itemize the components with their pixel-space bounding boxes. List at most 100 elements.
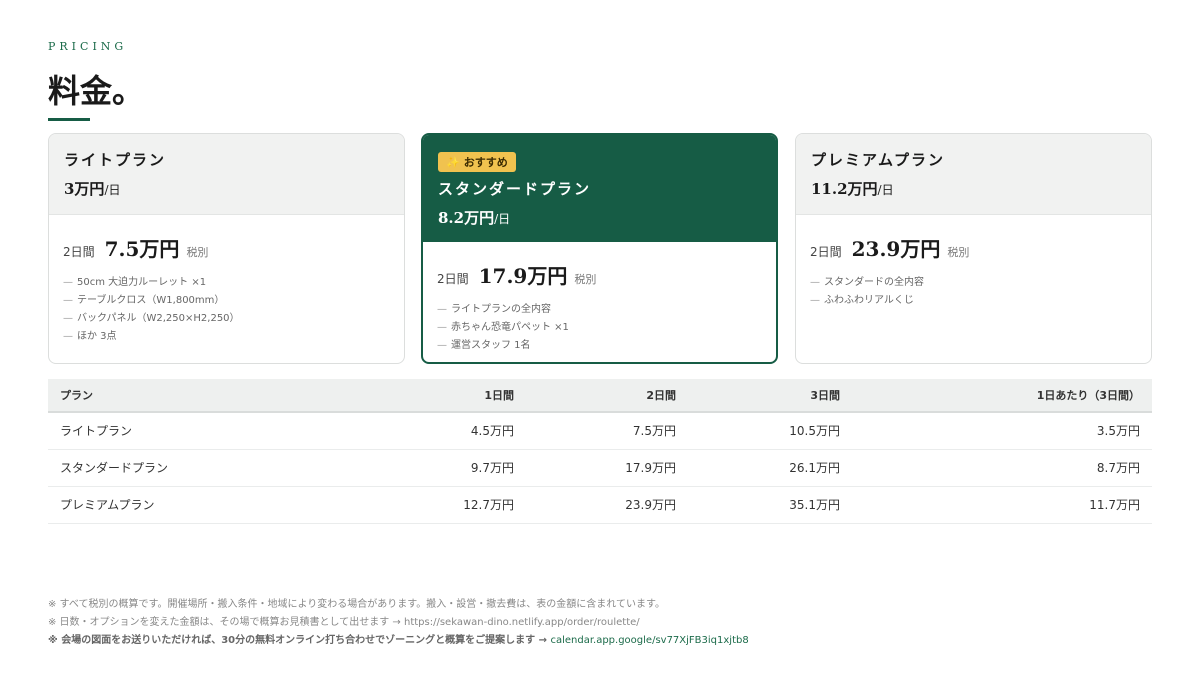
feature-item: — 赤ちゃん恐竜パペット ×1 [437, 319, 762, 337]
feature-text: 赤ちゃん恐竜パペット ×1 [451, 322, 569, 333]
plan-price-row: 2日間 7.5万円 税別 [63, 233, 390, 262]
tax-note: 税別 [947, 246, 970, 259]
column-header: プラン [48, 379, 364, 413]
day-price-value: 8.2万円 [438, 209, 495, 227]
dash-glyph: — [437, 340, 447, 351]
table-cell: 4.5万円 [364, 412, 526, 450]
dash-glyph: — [437, 304, 447, 315]
feature-text: 50cm 大迫力ルーレット ×1 [77, 277, 207, 288]
price-duration-label: 2日間 [437, 272, 469, 286]
feature-item: — スタンダードの全内容 [810, 274, 1137, 292]
table-header-row: プラン 1日間 2日間 3日間 1日あたり（3日間） [48, 379, 1152, 413]
table-row: プレミアムプラン 12.7万円 23.9万円 35.1万円 11.7万円 [48, 486, 1152, 524]
plan-day-price: 8.2万円/日 [438, 207, 761, 228]
feature-item: — ふわふわリアルくじ [810, 292, 1137, 310]
footnote-tax: ※ すべて税別の概算です。開催場所・搬入条件・地域により変わる場合があります。搬… [48, 599, 665, 610]
table-cell: 26.1万円 [688, 449, 852, 487]
table-cell: 9.7万円 [364, 449, 526, 487]
plan-name: スタンダードプラン [438, 180, 592, 198]
table-cell: プレミアムプラン [48, 486, 364, 524]
price-amount: 17.9万円 [478, 264, 568, 288]
plan-day-price: 11.2万円/日 [811, 178, 1136, 199]
plan-name: ライトプラン [64, 151, 167, 169]
footnote-text: ※ 日数・オプションを変えた金額は、その場で概算お見積書として出せます → [48, 617, 404, 628]
plan-day-price: 3万円/日 [64, 178, 389, 199]
plan-name: プレミアムプラン [811, 151, 946, 169]
tax-note: 税別 [574, 273, 597, 286]
feature-list: — スタンダードの全内容 — ふわふわリアルくじ [810, 274, 1137, 310]
plan-card-premium: プレミアムプラン 11.2万円/日 2日間 23.9万円 税別 — スタンダードの… [795, 133, 1152, 364]
plan-card-body: 2日間 23.9万円 税別 — スタンダードの全内容 — ふわふわリアルくじ [796, 215, 1151, 310]
footnote-text: ※ 会場の図面をお送りいただければ、30分の無料オンライン打ち合わせでゾーニング… [48, 635, 551, 646]
price-duration-label: 2日間 [63, 245, 95, 259]
footnote-estimate: ※ 日数・オプションを変えた金額は、その場で概算お見積書として出せます → ht… [48, 614, 749, 632]
table-cell: 23.9万円 [526, 486, 688, 524]
plan-card-body: 2日間 7.5万円 税別 — 50cm 大迫力ルーレット ×1 — テーブルクロス（… [49, 215, 404, 346]
plan-card-standard: ✨ おすすめ スタンダードプラン 8.2万円/日 2日間 17.9万円 税別 — ラ… [421, 133, 778, 364]
plan-price-row: 2日間 17.9万円 税別 [437, 260, 762, 289]
calendar-link[interactable]: calendar.app.google/sv77XjFB3iq1xjtb8 [550, 635, 748, 646]
day-price-unit: /日 [877, 183, 894, 197]
dash-glyph: — [63, 331, 73, 342]
column-header: 3日間 [688, 379, 852, 413]
sparkle-icon: ✨ [446, 156, 460, 169]
day-price-unit: /日 [494, 212, 511, 226]
table-cell: 10.5万円 [688, 412, 852, 450]
dash-glyph: — [63, 277, 73, 288]
table-cell: 35.1万円 [688, 486, 852, 524]
plan-card-light: ライトプラン 3万円/日 2日間 7.5万円 税別 — 50cm 大迫力ルーレット… [48, 133, 405, 364]
feature-text: テーブルクロス（W1,800mm） [77, 295, 225, 306]
feature-item: — ほか 3点 [63, 328, 390, 346]
feature-item: — 運営スタッフ 1名 [437, 337, 762, 355]
table-cell: ライトプラン [48, 412, 364, 450]
feature-list: — ライトプランの全内容 — 赤ちゃん恐竜パペット ×1 — 運営スタッフ 1名 [437, 301, 762, 355]
plan-card-header: ライトプラン 3万円/日 [49, 134, 404, 215]
price-amount: 7.5万円 [104, 237, 180, 261]
plan-card-header: プレミアムプラン 11.2万円/日 [796, 134, 1151, 215]
column-header: 2日間 [526, 379, 688, 413]
feature-text: バックパネル（W2,250×H2,250） [77, 313, 240, 324]
eyebrow-label: PRICING [48, 40, 128, 53]
feature-item: — バックパネル（W2,250×H2,250） [63, 310, 390, 328]
price-comparison-table: プラン 1日間 2日間 3日間 1日あたり（3日間） ライトプラン 4.5万円 … [48, 379, 1152, 524]
dash-glyph: — [63, 313, 73, 324]
table-cell: 11.7万円 [852, 486, 1152, 524]
feature-text: 運営スタッフ 1名 [451, 340, 531, 351]
table-row: ライトプラン 4.5万円 7.5万円 10.5万円 3.5万円 [48, 412, 1152, 450]
estimate-link[interactable]: https://sekawan-dino.netlify.app/order/r… [404, 617, 640, 628]
tax-note: 税別 [186, 246, 209, 259]
dash-glyph: — [63, 295, 73, 306]
dash-glyph: — [810, 295, 820, 306]
price-amount: 23.9万円 [851, 237, 941, 261]
badge-label: おすすめ [463, 156, 508, 169]
table-cell: 8.7万円 [852, 449, 1152, 487]
feature-text: ふわふわリアルくじ [824, 295, 914, 306]
price-duration-label: 2日間 [810, 245, 842, 259]
feature-list: — 50cm 大迫力ルーレット ×1 — テーブルクロス（W1,800mm） — バッ… [63, 274, 390, 346]
feature-item: — テーブルクロス（W1,800mm） [63, 292, 390, 310]
feature-text: ライトプランの全内容 [451, 304, 551, 315]
plan-price-row: 2日間 23.9万円 税別 [810, 233, 1137, 262]
day-price-value: 3万円 [64, 180, 105, 198]
plan-card-body: 2日間 17.9万円 税別 — ライトプランの全内容 — 赤ちゃん恐竜パペット ×1… [423, 242, 776, 355]
table-cell: 12.7万円 [364, 486, 526, 524]
feature-item: — ライトプランの全内容 [437, 301, 762, 319]
footnotes: ※ すべて税別の概算です。開催場所・搬入条件・地域により変わる場合があります。搬… [48, 596, 749, 650]
dash-glyph: — [810, 277, 820, 288]
column-header: 1日間 [364, 379, 526, 413]
feature-item: — 50cm 大迫力ルーレット ×1 [63, 274, 390, 292]
page-title: 料金。 [48, 72, 145, 110]
table-cell: スタンダードプラン [48, 449, 364, 487]
title-underline [48, 118, 90, 121]
footnote-meeting: ※ 会場の図面をお送りいただければ、30分の無料オンライン打ち合わせでゾーニング… [48, 632, 749, 650]
table-row: スタンダードプラン 9.7万円 17.9万円 26.1万円 8.7万円 [48, 449, 1152, 487]
day-price-unit: /日 [104, 183, 121, 197]
dash-glyph: — [437, 322, 447, 333]
day-price-value: 11.2万円 [811, 180, 878, 198]
plan-card-header: ✨ おすすめ スタンダードプラン 8.2万円/日 [423, 135, 776, 242]
table-cell: 3.5万円 [852, 412, 1152, 450]
table-cell: 7.5万円 [526, 412, 688, 450]
table-cell: 17.9万円 [526, 449, 688, 487]
feature-text: ほか 3点 [77, 331, 117, 342]
feature-text: スタンダードの全内容 [824, 277, 924, 288]
